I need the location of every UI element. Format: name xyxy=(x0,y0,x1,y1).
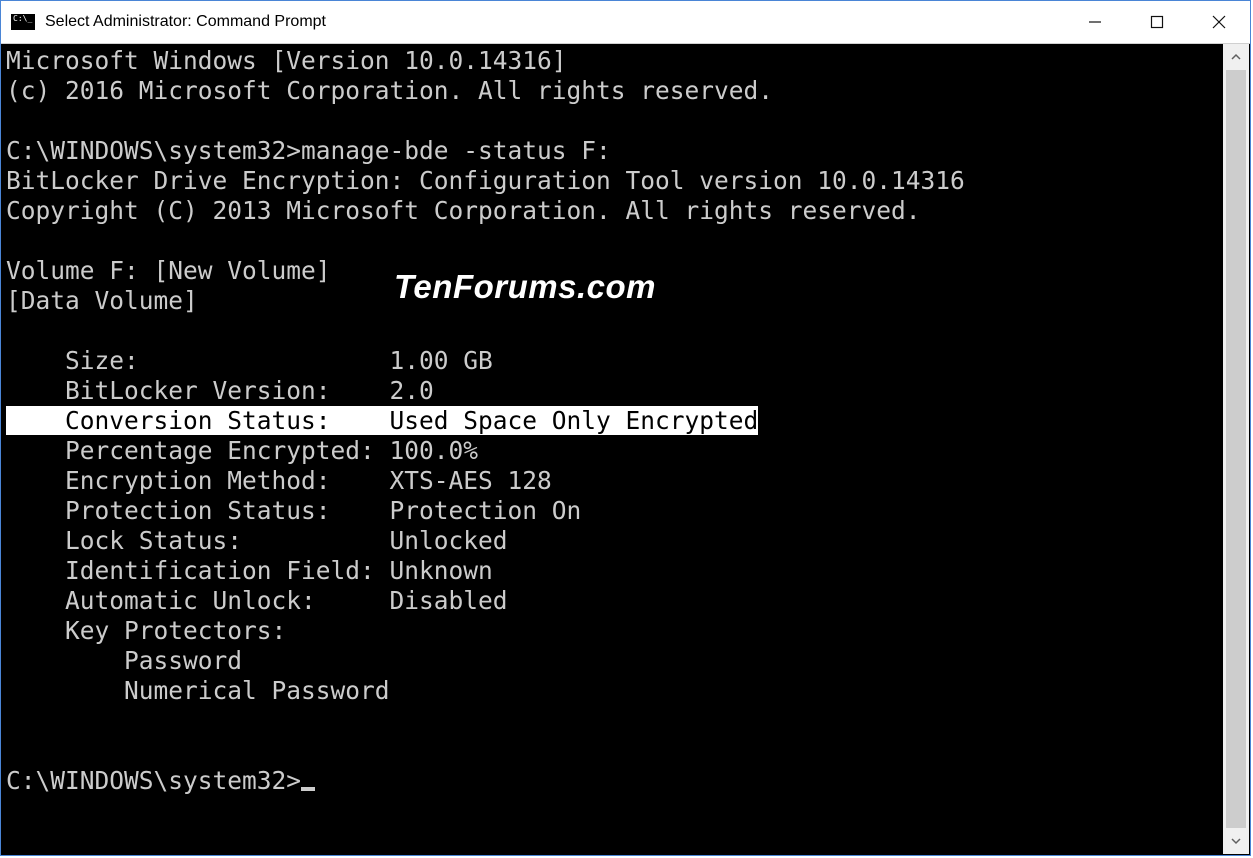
scroll-up-button[interactable] xyxy=(1223,44,1249,70)
window-controls xyxy=(1064,1,1250,43)
conversion-status-row: Conversion Status: Used Space Only Encry… xyxy=(6,406,758,435)
percentage-encrypted-label: Percentage Encrypted: xyxy=(6,436,390,465)
maximize-icon xyxy=(1150,15,1164,29)
automatic-unlock-label: Automatic Unlock: xyxy=(6,586,390,615)
window-title: Select Administrator: Command Prompt xyxy=(45,13,326,31)
identification-field-label: Identification Field: xyxy=(6,556,390,585)
scroll-track[interactable] xyxy=(1223,70,1249,828)
protection-status-value: Protection On xyxy=(390,496,582,525)
bitlocker-version-label: BitLocker Version: xyxy=(6,376,390,405)
os-copyright-line: (c) 2016 Microsoft Corporation. All righ… xyxy=(6,76,773,105)
size-label: Size: xyxy=(6,346,390,375)
lock-status-value: Unlocked xyxy=(390,526,508,555)
tool-copyright-line: Copyright (C) 2013 Microsoft Corporation… xyxy=(6,196,921,225)
os-version-line: Microsoft Windows [Version 10.0.14316] xyxy=(6,46,567,75)
prompt-2: C:\WINDOWS\system32> xyxy=(6,766,301,795)
protection-status-label: Protection Status: xyxy=(6,496,390,525)
scroll-down-button[interactable] xyxy=(1223,828,1249,854)
minimize-button[interactable] xyxy=(1064,1,1126,43)
conversion-status-value: Used Space Only Encrypted xyxy=(390,406,759,435)
terminal-output: Microsoft Windows [Version 10.0.14316] (… xyxy=(2,44,1223,796)
percentage-encrypted-value: 100.0% xyxy=(390,436,479,465)
size-value: 1.00 GB xyxy=(390,346,493,375)
lock-status-label: Lock Status: xyxy=(6,526,390,555)
cmd-icon xyxy=(11,14,35,30)
command-prompt-window: Select Administrator: Command Prompt xyxy=(0,0,1251,856)
key-protectors-label: Key Protectors: xyxy=(6,616,286,645)
bitlocker-version-value: 2.0 xyxy=(390,376,434,405)
terminal-viewport[interactable]: Microsoft Windows [Version 10.0.14316] (… xyxy=(2,44,1223,854)
volume-type-line: [Data Volume] xyxy=(6,286,198,315)
key-protector-2: Numerical Password xyxy=(6,676,390,705)
chevron-up-icon xyxy=(1230,51,1242,63)
maximize-button[interactable] xyxy=(1126,1,1188,43)
encryption-method-label: Encryption Method: xyxy=(6,466,390,495)
close-button[interactable] xyxy=(1188,1,1250,43)
conversion-status-label: Conversion Status: xyxy=(6,406,390,435)
automatic-unlock-value: Disabled xyxy=(390,586,508,615)
chevron-down-icon xyxy=(1230,835,1242,847)
prompt-1: C:\WINDOWS\system32> xyxy=(6,136,301,165)
titlebar[interactable]: Select Administrator: Command Prompt xyxy=(1,1,1250,44)
close-icon xyxy=(1212,15,1226,29)
key-protector-1: Password xyxy=(6,646,242,675)
tool-header-line: BitLocker Drive Encryption: Configuratio… xyxy=(6,166,965,195)
volume-line: Volume F: [New Volume] xyxy=(6,256,331,285)
encryption-method-value: XTS-AES 128 xyxy=(390,466,552,495)
identification-field-value: Unknown xyxy=(390,556,493,585)
minimize-icon xyxy=(1088,15,1102,29)
vertical-scrollbar[interactable] xyxy=(1223,44,1249,854)
text-cursor xyxy=(301,787,315,791)
command-1: manage-bde -status F: xyxy=(301,136,611,165)
scroll-thumb[interactable] xyxy=(1226,70,1246,828)
